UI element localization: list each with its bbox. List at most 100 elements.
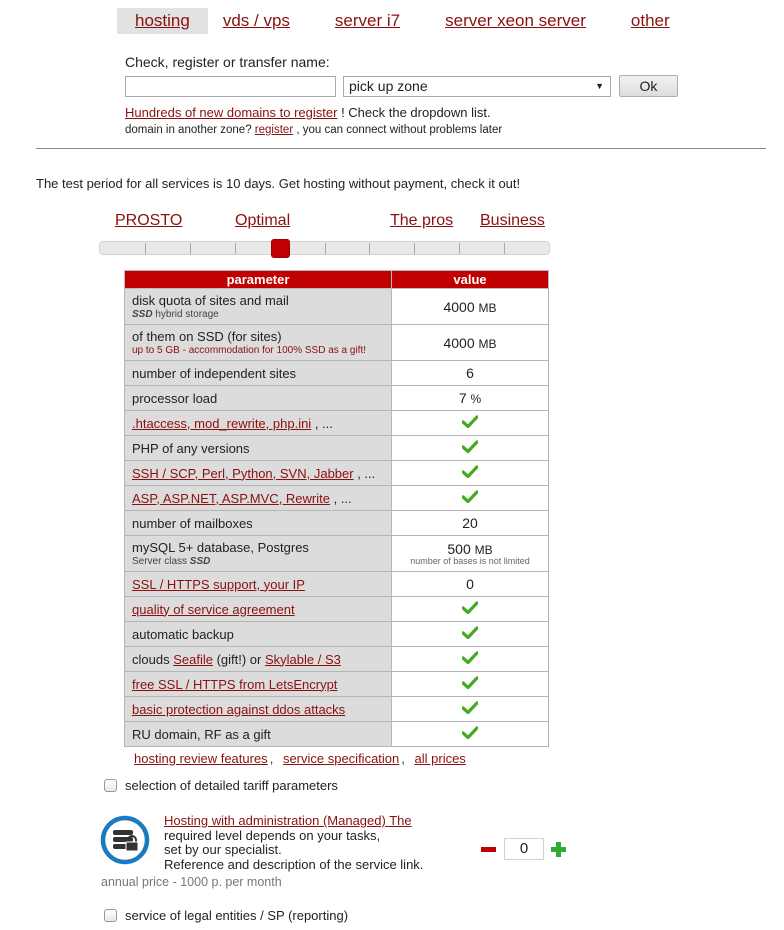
all-prices-link[interactable]: all prices (415, 751, 466, 766)
param-unit: MB (474, 543, 493, 557)
slider-tick (324, 243, 326, 254)
tab-other[interactable]: other (613, 8, 688, 34)
table-row: quality of service agreement (124, 596, 549, 622)
register-link[interactable]: register (255, 124, 293, 136)
test-period-text: The test period for all services is 10 d… (36, 176, 521, 191)
param-suffix: , ... (311, 415, 333, 431)
other-zone-suffix: , you can connect without problems later (293, 124, 503, 136)
value-cell (391, 621, 549, 647)
value-cell: 4000 MB (391, 324, 549, 361)
value-cell: 0 (391, 571, 549, 597)
plan-prosto[interactable]: PROSTO (115, 212, 182, 230)
param-link[interactable]: SSH / SCP, Perl, Python, SVN, Jabber (132, 466, 354, 481)
domain-name-input[interactable] (125, 75, 336, 97)
plus-icon[interactable] (551, 841, 566, 857)
managed-line: required level depends on your tasks, (164, 827, 381, 843)
top-nav: hosting vds / vps server i7 server xeon … (117, 8, 697, 34)
param-text: number of mailboxes (132, 515, 253, 531)
detailed-params-checkbox[interactable] (104, 779, 117, 792)
table-row: number of independent sites 6 (124, 360, 549, 386)
zone-select[interactable]: pick up zone ▼ (343, 75, 611, 97)
tab-vds-vps[interactable]: vds / vps (217, 8, 308, 34)
param-value: 0 (466, 576, 474, 592)
slider-handle[interactable] (270, 239, 290, 258)
under-links: hosting review features, service specifi… (134, 751, 466, 766)
plan-the-pros[interactable]: The pros (390, 212, 453, 230)
param-suffix: , ... (329, 490, 352, 506)
table-row: processor load 7 % (124, 385, 549, 411)
table-row: clouds Seafile (gift!) or Skylable / S3 (124, 646, 549, 672)
detailed-params-label: selection of detailed tariff parameters (125, 778, 338, 793)
tab-hosting[interactable]: hosting (117, 8, 208, 34)
header-value: value (391, 270, 549, 289)
tab-server-xeon[interactable]: server xeon server (427, 8, 604, 34)
service-spec-link[interactable]: service specification (283, 751, 399, 766)
param-text: RU domain, RF as a gift (132, 726, 271, 742)
plan-slider[interactable] (99, 239, 550, 258)
table-row: SSL / HTTPS support, your IP 0 (124, 571, 549, 597)
table-row: SSH / SCP, Perl, Python, SVN, Jabber , .… (124, 460, 549, 486)
param-cell: of them on SSD (for sites) up to 5 GB - a… (124, 324, 392, 361)
tab-server-i7[interactable]: server i7 (317, 8, 418, 34)
value-cell: 500 MB number of bases is not limited (391, 535, 549, 572)
check-icon (462, 626, 478, 642)
param-value: 4000 (443, 334, 475, 351)
param-link[interactable]: SSL / HTTPS support, your IP (132, 577, 305, 592)
plan-optimal[interactable]: Optimal (235, 212, 290, 230)
value-cell: 4000 MB (391, 288, 549, 325)
check-icon (462, 601, 478, 617)
managed-hosting-link[interactable]: Hosting with administration (Managed) Th… (164, 813, 412, 828)
check-icon (462, 415, 478, 431)
ok-button[interactable]: Ok (619, 75, 678, 97)
legal-entities-checkbox[interactable] (104, 909, 117, 922)
value-cell (391, 596, 549, 622)
managed-description: Hosting with administration (Managed) Th… (164, 813, 423, 872)
table-row: number of mailboxes 20 (124, 510, 549, 536)
table-row: .htaccess, mod_rewrite, php.ini , ... (124, 410, 549, 436)
detailed-params-row: selection of detailed tariff parameters (104, 778, 338, 793)
param-link[interactable]: Skylable / S3 (265, 652, 341, 667)
param-link[interactable]: Seafile (173, 652, 213, 667)
slider-tick (369, 243, 371, 254)
server-lock-icon (100, 815, 150, 865)
table-row: ASP, ASP.NET, ASP.MVC, Rewrite , ... (124, 485, 549, 511)
param-cell: disk quota of sites and mail SSD hybrid s… (124, 288, 392, 325)
quantity-input[interactable]: 0 (504, 838, 544, 860)
param-link[interactable]: quality of service agreement (132, 602, 295, 617)
param-link[interactable]: free SSL / HTTPS from LetsEncrypt (132, 677, 337, 692)
value-cell: 20 (391, 510, 549, 536)
param-cell: PHP of any versions (124, 435, 392, 461)
check-icon (462, 701, 478, 717)
slider-tick (414, 243, 416, 254)
param-cell: free SSL / HTTPS from LetsEncrypt (124, 671, 392, 697)
table-row: PHP of any versions (124, 435, 549, 461)
dropdown-arrow-icon: ▼ (595, 80, 604, 91)
param-link[interactable]: .htaccess, mod_rewrite, php.ini (132, 416, 311, 431)
param-text: clouds (132, 651, 174, 667)
param-cell: processor load (124, 385, 392, 411)
hosting-review-link[interactable]: hosting review features (134, 751, 268, 766)
managed-line: set by our specialist. (164, 842, 282, 857)
param-link[interactable]: basic protection against ddos attacks (132, 702, 345, 717)
value-cell (391, 671, 549, 697)
param-subtext: up to 5 GB - accommodation for 100% SSD … (132, 345, 367, 356)
slider-tick (459, 243, 461, 254)
new-domains-link[interactable]: Hundreds of new domains to register (125, 105, 337, 120)
value-cell: 7 % (391, 385, 549, 411)
value-cell (391, 646, 549, 672)
domain-check-title: Check, register or transfer name: (125, 54, 330, 70)
value-cell (391, 485, 549, 511)
table-row: automatic backup (124, 621, 549, 647)
table-row: free SSL / HTTPS from LetsEncrypt (124, 671, 549, 697)
plan-business[interactable]: Business (480, 212, 545, 230)
minus-icon[interactable] (481, 846, 496, 852)
slider-tick (144, 243, 146, 254)
param-suffix: , ... (353, 465, 376, 481)
param-link[interactable]: ASP, ASP.NET, ASP.MVC, Rewrite (132, 491, 330, 506)
param-cell: SSL / HTTPS support, your IP (124, 571, 392, 597)
zone-select-value: pick up zone (349, 77, 428, 94)
table-row: basic protection against ddos attacks (124, 696, 549, 722)
param-cell: number of mailboxes (124, 510, 392, 536)
check-icon (462, 676, 478, 692)
header-parameter: parameter (124, 270, 392, 289)
